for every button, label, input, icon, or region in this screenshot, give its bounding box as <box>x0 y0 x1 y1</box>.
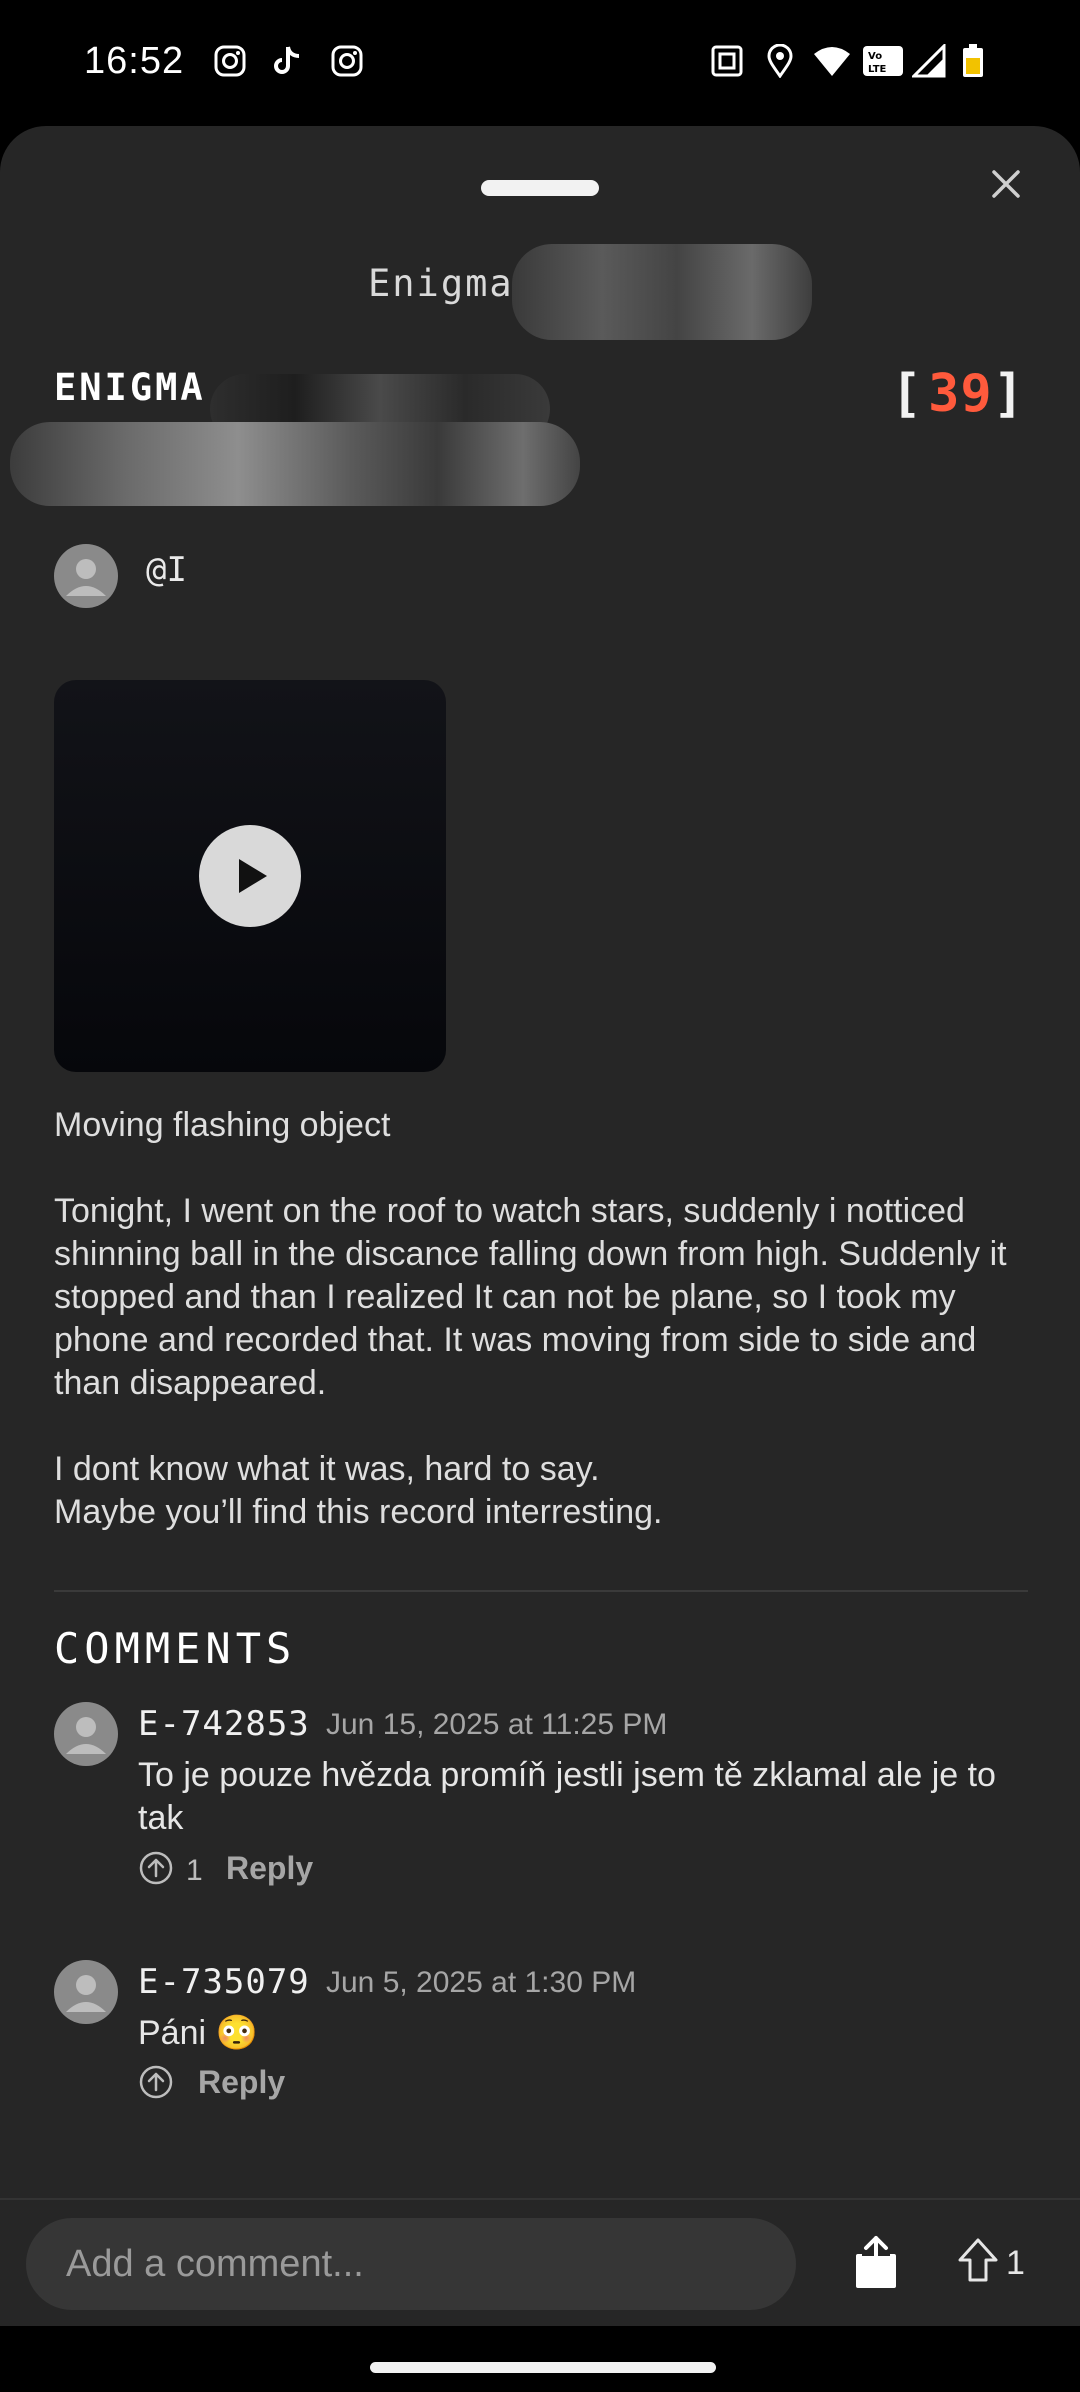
comment-username[interactable]: E-735079 <box>138 1962 310 2002</box>
upvote-icon[interactable] <box>956 2236 1000 2284</box>
navigation-bar <box>0 2326 1080 2392</box>
author-avatar[interactable] <box>54 544 118 608</box>
redacted-area <box>10 422 580 506</box>
score-value: 39 <box>928 364 993 424</box>
comment-bar: 1 <box>0 2198 1080 2328</box>
upvote-arrow-icon[interactable] <box>138 1850 174 1886</box>
play-button[interactable] <box>199 825 301 927</box>
share-icon[interactable] <box>852 2234 900 2290</box>
home-gesture-pill[interactable] <box>370 2362 716 2373</box>
score-badge: [39] <box>891 364 1030 424</box>
author-handle[interactable]: @I <box>146 550 187 590</box>
comment-text: To je pouze hvězda promíň jestli jsem tě… <box>138 1756 996 1837</box>
play-icon <box>239 859 267 893</box>
person-icon <box>66 559 106 596</box>
comment-upvote-count: 1 <box>186 1854 203 1887</box>
score-bracket: ] <box>992 364 1030 424</box>
svg-text:LTE: LTE <box>868 64 887 75</box>
person-icon <box>66 1717 106 1754</box>
reply-button[interactable]: Reply <box>198 2064 285 2101</box>
location-icon <box>767 44 793 78</box>
status-bar: 16:52 Vo LTE <box>0 0 1080 126</box>
instagram-icon <box>214 45 246 77</box>
post-title: ENIGMA <box>54 366 206 409</box>
redacted-area <box>512 244 812 340</box>
comment-date: Jun 15, 2025 at 11:25 PM <box>326 1708 668 1741</box>
close-icon[interactable] <box>984 162 1028 206</box>
sheet-title: Enigma <box>368 262 514 305</box>
reply-button[interactable]: Reply <box>226 1850 313 1887</box>
drag-handle[interactable] <box>481 180 599 196</box>
signal-icon <box>912 44 946 78</box>
divider <box>54 1590 1028 1592</box>
score-bracket: [ <box>890 364 929 424</box>
comment-date: Jun 5, 2025 at 1:30 PM <box>326 1966 637 1999</box>
comment-text: Páni 😳 <box>138 2014 258 2052</box>
instagram-icon <box>331 45 363 77</box>
battery-icon <box>963 44 983 77</box>
post-description: Moving flashing object Tonight, I went o… <box>54 1106 1007 1531</box>
tiktok-icon <box>274 46 300 74</box>
comments-heading: COMMENTS <box>54 1624 297 1673</box>
svg-text:Vo: Vo <box>868 51 882 62</box>
commenter-avatar[interactable] <box>54 1702 118 1766</box>
commenter-avatar[interactable] <box>54 1960 118 2024</box>
video-thumbnail[interactable] <box>54 680 446 1072</box>
status-time: 16:52 <box>84 40 185 82</box>
comment-input[interactable] <box>26 2218 796 2310</box>
upvote-count: 1 <box>1006 2244 1025 2282</box>
nfc-icon <box>711 45 743 77</box>
volte-icon: Vo LTE <box>863 46 903 76</box>
post-sheet: Enigma ENIGMA [39] @I Moving flashing ob… <box>0 126 1080 2326</box>
upvote-arrow-icon[interactable] <box>138 2064 174 2100</box>
comment-username[interactable]: E-742853 <box>138 1704 310 1744</box>
wifi-icon <box>814 47 850 76</box>
person-icon <box>66 1975 106 2012</box>
